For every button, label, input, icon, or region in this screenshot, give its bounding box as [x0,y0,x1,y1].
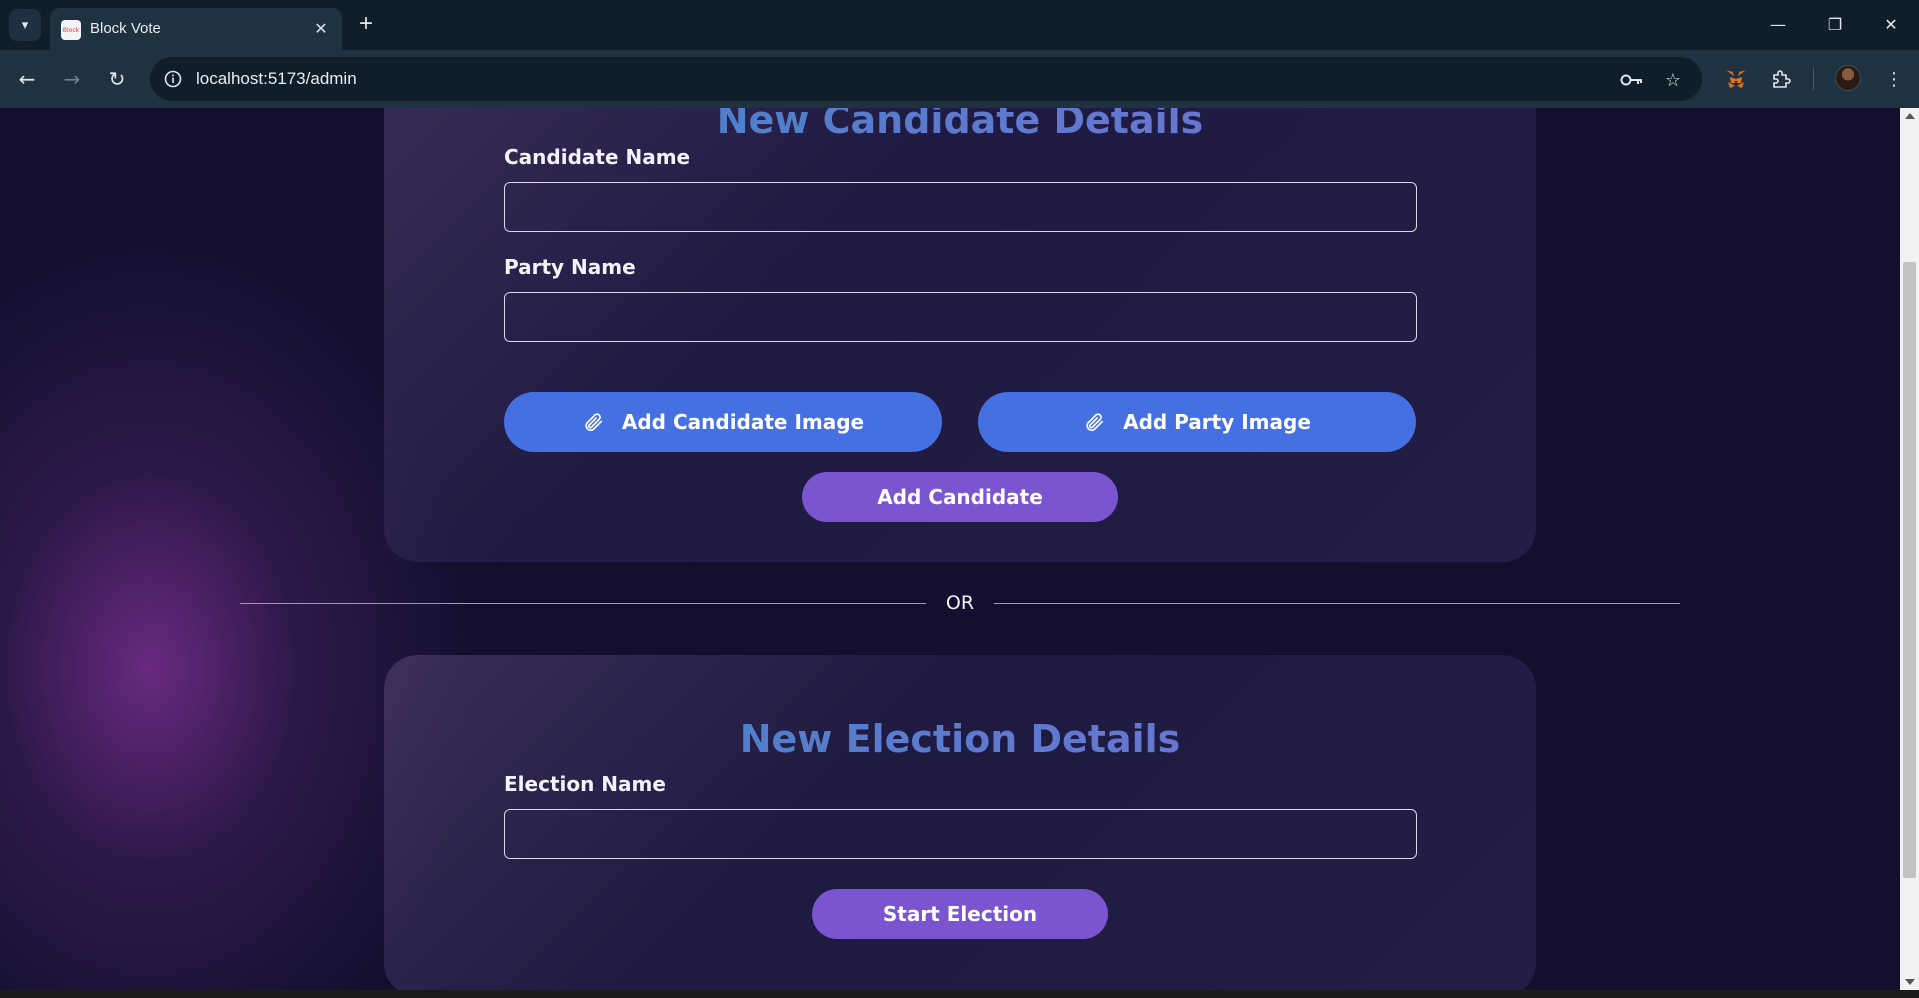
candidate-name-label: Candidate Name [504,145,691,169]
add-party-image-label: Add Party Image [1123,410,1311,434]
site-info-icon[interactable] [160,66,186,92]
election-name-label: Election Name [504,772,666,796]
minimize-icon[interactable]: — [1758,8,1798,40]
tab-search-chevron-down-icon[interactable]: ▾ [9,9,41,41]
add-party-image-button[interactable]: Add Party Image [978,392,1416,452]
url-text: localhost:5173/admin [196,69,357,88]
candidate-card-title: New Candidate Details [384,108,1536,142]
profile-avatar[interactable] [1835,65,1861,91]
tab-close-icon[interactable]: ✕ [310,17,332,39]
window-bottom-edge [0,990,1919,998]
browser-toolbar: ← → ↻ localhost:5173/admin ☆ ⋮ [0,50,1919,108]
page-viewport: New Candidate Details Candidate Name Par… [0,108,1900,990]
election-details-card: New Election Details Election Name Start… [384,655,1536,990]
scroll-up-icon[interactable] [1905,113,1915,119]
tab-favicon-icon: Block [61,20,81,40]
page-scrollbar[interactable] [1900,108,1919,990]
election-name-input[interactable] [504,809,1417,859]
add-candidate-button[interactable]: Add Candidate [802,472,1118,522]
browser-tab-strip: ▾ Block Block Vote ✕ + — ❐ ✕ [0,0,1919,50]
new-tab-plus-icon[interactable]: + [352,10,380,38]
scrollbar-thumb[interactable] [1903,262,1916,878]
scroll-down-icon[interactable] [1905,979,1915,985]
bookmark-star-icon[interactable]: ☆ [1660,67,1686,93]
reload-icon[interactable]: ↻ [101,63,133,95]
divider-line-left [240,603,926,604]
browser-tab[interactable]: Block Block Vote ✕ [50,8,342,50]
restore-icon[interactable]: ❐ [1815,8,1855,40]
add-candidate-image-button[interactable]: Add Candidate Image [504,392,942,452]
or-divider-text: OR [945,592,975,614]
password-key-icon[interactable] [1619,67,1645,93]
forward-arrow-icon[interactable]: → [56,63,88,95]
paperclip-icon [582,411,604,433]
metamask-extension-icon[interactable] [1720,63,1752,95]
party-name-input[interactable] [504,292,1417,342]
toolbar-separator [1813,68,1814,90]
tab-title: Block Vote [90,20,161,37]
menu-kebab-icon[interactable]: ⋮ [1878,63,1910,95]
address-bar[interactable]: localhost:5173/admin ☆ [150,57,1702,101]
window-close-icon[interactable]: ✕ [1871,8,1911,40]
paperclip-icon [1083,411,1105,433]
party-name-label: Party Name [504,255,636,279]
divider-line-right [994,603,1680,604]
candidate-name-input[interactable] [504,182,1417,232]
election-card-title: New Election Details [384,717,1536,761]
start-election-button[interactable]: Start Election [812,889,1108,939]
extensions-puzzle-icon[interactable] [1765,63,1797,95]
candidate-details-card: New Candidate Details Candidate Name Par… [384,108,1536,562]
back-arrow-icon[interactable]: ← [11,63,43,95]
add-candidate-image-label: Add Candidate Image [621,410,865,434]
